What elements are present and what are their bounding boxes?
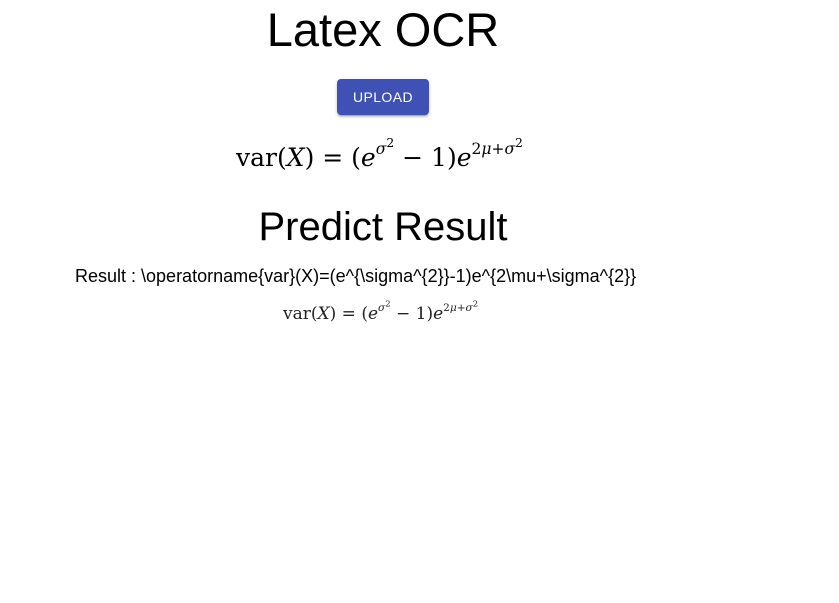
result-prefix: Result : bbox=[75, 266, 142, 286]
predicted-base-2: e bbox=[433, 304, 444, 324]
uploaded-formula-image: var(X) = (eσ2 − 1)e2μ+σ2 bbox=[236, 135, 523, 172]
formula-base: e bbox=[360, 143, 376, 172]
page-title: Latex OCR bbox=[266, 3, 500, 56]
formula-equals: = ( bbox=[322, 143, 361, 172]
predicted-exp2-pow: 2 bbox=[472, 298, 479, 309]
formula-exp2-mu: μ bbox=[481, 140, 492, 159]
upload-button[interactable]: UPLOAD bbox=[337, 79, 429, 115]
formula-exponent-var: σ bbox=[375, 140, 387, 159]
predicted-base: e bbox=[367, 304, 379, 324]
predicted-exp2-coef: 2 bbox=[443, 302, 450, 315]
rendered-result-formula: var(X) = (eσ2 − 1)e2μ+σ2 bbox=[283, 298, 479, 324]
formula-exp2-coef: 2 bbox=[471, 140, 482, 159]
predicted-exp2-mu: μ bbox=[449, 302, 457, 315]
latex-ocr-page: Latex OCR UPLOAD var(X) = (eσ2 − 1)e2μ+σ… bbox=[0, 0, 839, 603]
predicted-equals: = ( bbox=[341, 304, 368, 324]
formula-base-2: e bbox=[456, 143, 472, 172]
predict-result-heading: Predict Result bbox=[258, 205, 508, 249]
predicted-operator: var bbox=[283, 304, 311, 324]
formula-exp2-plus: + bbox=[491, 140, 505, 159]
formula-exp2-pow: 2 bbox=[515, 135, 523, 151]
result-text: Result : \operatorname{var}(X)=(e^{\sigm… bbox=[75, 264, 636, 288]
predicted-minus-one: − 1) bbox=[390, 304, 434, 324]
predicted-exp2-plus: + bbox=[456, 302, 466, 315]
result-latex: \operatorname{var}(X)=(e^{\sigma^{2}}-1)… bbox=[141, 266, 637, 286]
formula-exp2-sigma: σ bbox=[504, 140, 516, 159]
formula-operator: var bbox=[236, 143, 277, 172]
formula-variable: X bbox=[286, 143, 305, 172]
predicted-variable: X bbox=[317, 304, 330, 324]
predicted-exp2-sigma: σ bbox=[465, 302, 473, 315]
formula-minus-one: − 1) bbox=[394, 143, 457, 172]
